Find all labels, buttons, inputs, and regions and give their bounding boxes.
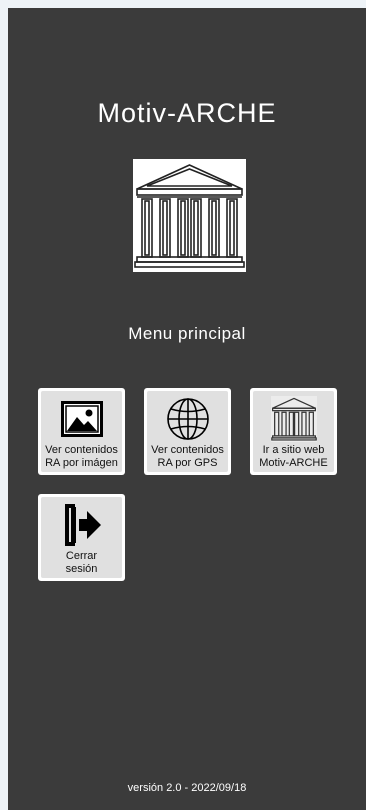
tile-label: Ver contenidos RA por GPS <box>151 444 224 469</box>
image-icon <box>60 394 103 444</box>
app-screen: Motiv-ARCHE Menu principal Ver contenido… <box>8 8 366 810</box>
temple-icon <box>270 394 317 444</box>
version-text: versión 2.0 - 2022/09/18 <box>127 782 247 794</box>
go-to-website-button[interactable]: Ir a sitio web Motiv-ARCHE <box>250 388 337 475</box>
tile-label: Ver contenidos RA por imágen <box>45 444 118 469</box>
temple-logo-icon <box>133 159 246 272</box>
view-ar-by-image-button[interactable]: Ver contenidos RA por imágen <box>38 388 125 475</box>
tile-label: Cerrar sesión <box>65 550 98 575</box>
globe-icon <box>166 394 210 444</box>
logout-icon <box>61 500 103 550</box>
menu-title: Menu principal <box>128 324 246 343</box>
app-title: Motiv-ARCHE <box>97 98 277 128</box>
logout-button[interactable]: Cerrar sesión <box>38 494 125 581</box>
view-ar-by-gps-button[interactable]: Ver contenidos RA por GPS <box>144 388 231 475</box>
tile-label: Ir a sitio web Motiv-ARCHE <box>259 444 328 469</box>
